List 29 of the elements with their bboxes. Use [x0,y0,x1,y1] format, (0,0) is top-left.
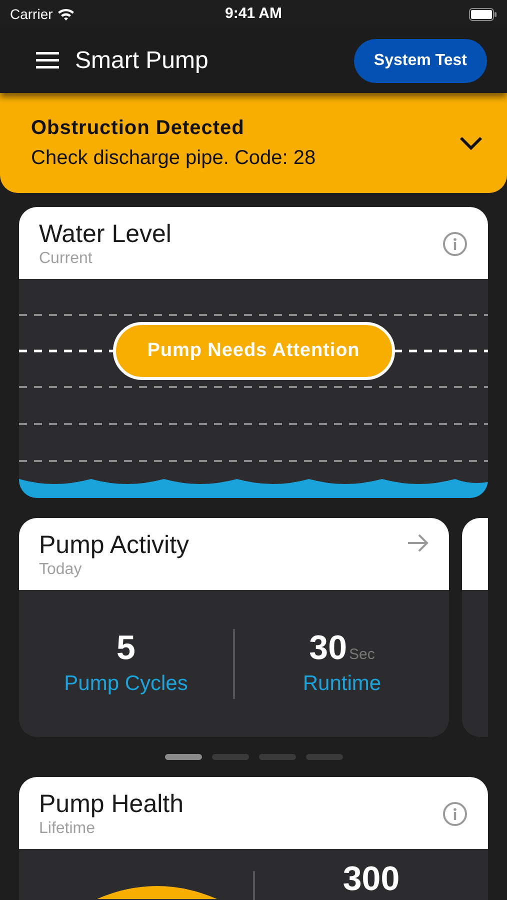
menu-icon[interactable] [36,52,59,69]
carrier-label: Carrier [10,4,53,24]
info-icon[interactable] [442,801,468,827]
alert-message: Check discharge pipe. Code: 28 [31,146,316,171]
stat-value: 300 [342,859,400,900]
alert-banner[interactable]: Obstruction Detected Check discharge pipe. Code: 28 [0,93,507,193]
pump-activity-card[interactable]: Pump Activity Today 5 Pump Cycles 30 Sec Runtime [19,518,449,737]
stat-value: 5 [116,628,136,668]
card-title: Water Level [39,219,172,249]
app-title: Smart Pump [75,46,208,76]
alert-title: Obstruction Detected [31,116,246,141]
stat-unit: Sec [348,644,375,665]
status-pill: Pump Needs Attention [112,322,394,380]
card-title: Pump Health [39,789,184,819]
status-time: 9:41 AM [225,4,282,24]
card-subtitle: Today [39,560,83,580]
system-test-button[interactable]: System Test [354,38,487,82]
stat-label: Pump Cycles [64,670,188,697]
stat-value: 30 [309,628,347,668]
info-icon[interactable] [442,231,468,257]
card-title: Pump Activity [39,530,190,560]
battery-icon [469,8,497,20]
wifi-icon [56,7,75,21]
page-indicator[interactable] [164,754,202,760]
stat-label: Runtime [302,670,382,697]
chevron-down-icon[interactable] [459,136,483,150]
arrow-right-icon[interactable] [407,534,429,552]
card-subtitle: Lifetime [39,819,96,839]
card-subtitle: Current [39,249,94,269]
